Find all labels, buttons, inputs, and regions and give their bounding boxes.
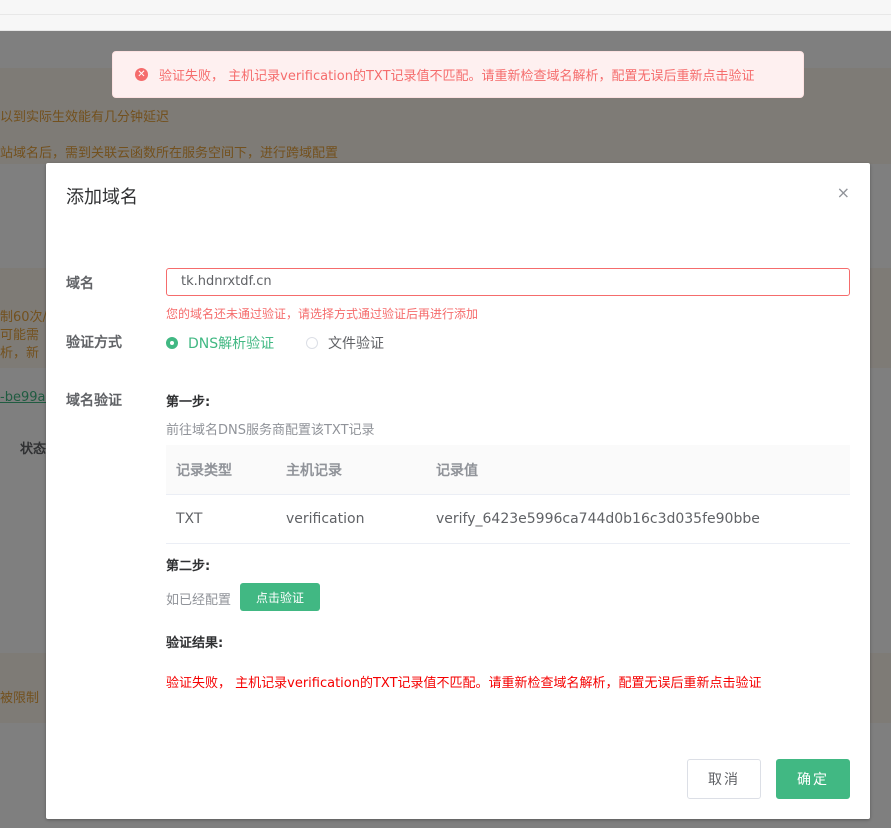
radio-file-verify[interactable]: 文件验证 — [306, 333, 384, 353]
add-domain-dialog: 添加域名 × 域名 tk.hdnrxtdf.cn 您的域名还未通过验证，请选择方… — [46, 163, 870, 819]
step1-title: 第一步: — [166, 395, 211, 410]
verify-button[interactable]: 点击验证 — [240, 583, 320, 611]
radio-dot-icon — [166, 337, 178, 349]
txt-record-table: 记录类型 主机记录 记录值 TXT verification verify_64… — [166, 445, 850, 544]
header-value: 记录值 — [436, 462, 478, 479]
close-icon[interactable]: × — [837, 183, 850, 202]
radio-dns-verify[interactable]: DNS解析验证 — [166, 333, 274, 353]
table-row: TXT verification verify_6423e5996ca744d0… — [166, 495, 850, 544]
cancel-button[interactable]: 取消 — [687, 759, 761, 799]
step2-desc: 如已经配置 — [166, 593, 232, 608]
dialog-title: 添加域名 — [66, 187, 138, 208]
error-circle-icon: ✕ — [135, 68, 148, 81]
result-title: 验证结果: — [166, 636, 224, 651]
radio-label: DNS解析验证 — [188, 336, 275, 352]
toast-message: 验证失败， 主机记录verification的TXT记录值不匹配。请重新检查域名… — [159, 69, 755, 84]
domain-input[interactable]: tk.hdnrxtdf.cn — [166, 268, 850, 296]
cell-record-type: TXT — [176, 511, 203, 527]
method-label: 验证方式 — [66, 335, 122, 351]
cell-host: verification — [286, 511, 365, 527]
domain-verify-label: 域名验证 — [66, 393, 122, 409]
header-host: 主机记录 — [286, 462, 342, 479]
step2-title: 第二步: — [166, 559, 211, 574]
error-toast: ✕ 验证失败， 主机记录verification的TXT记录值不匹配。请重新检查… — [112, 51, 804, 98]
domain-label: 域名 — [66, 276, 94, 292]
radio-label: 文件验证 — [328, 336, 384, 352]
result-message: 验证失败， 主机记录verification的TXT记录值不匹配。请重新检查域名… — [166, 676, 762, 691]
browser-top-bar — [0, 0, 891, 31]
confirm-button[interactable]: 确定 — [776, 759, 850, 799]
domain-error-text: 您的域名还未通过验证，请选择方式通过验证后再进行添加 — [166, 307, 479, 321]
step1-desc: 前往域名DNS服务商配置该TXT记录 — [166, 423, 375, 438]
header-record-type: 记录类型 — [176, 462, 232, 479]
radio-dot-icon — [306, 337, 318, 349]
cell-value: verify_6423e5996ca744d0b16c3d035fe90bbe — [436, 511, 760, 527]
table-header: 记录类型 主机记录 记录值 — [166, 445, 850, 495]
